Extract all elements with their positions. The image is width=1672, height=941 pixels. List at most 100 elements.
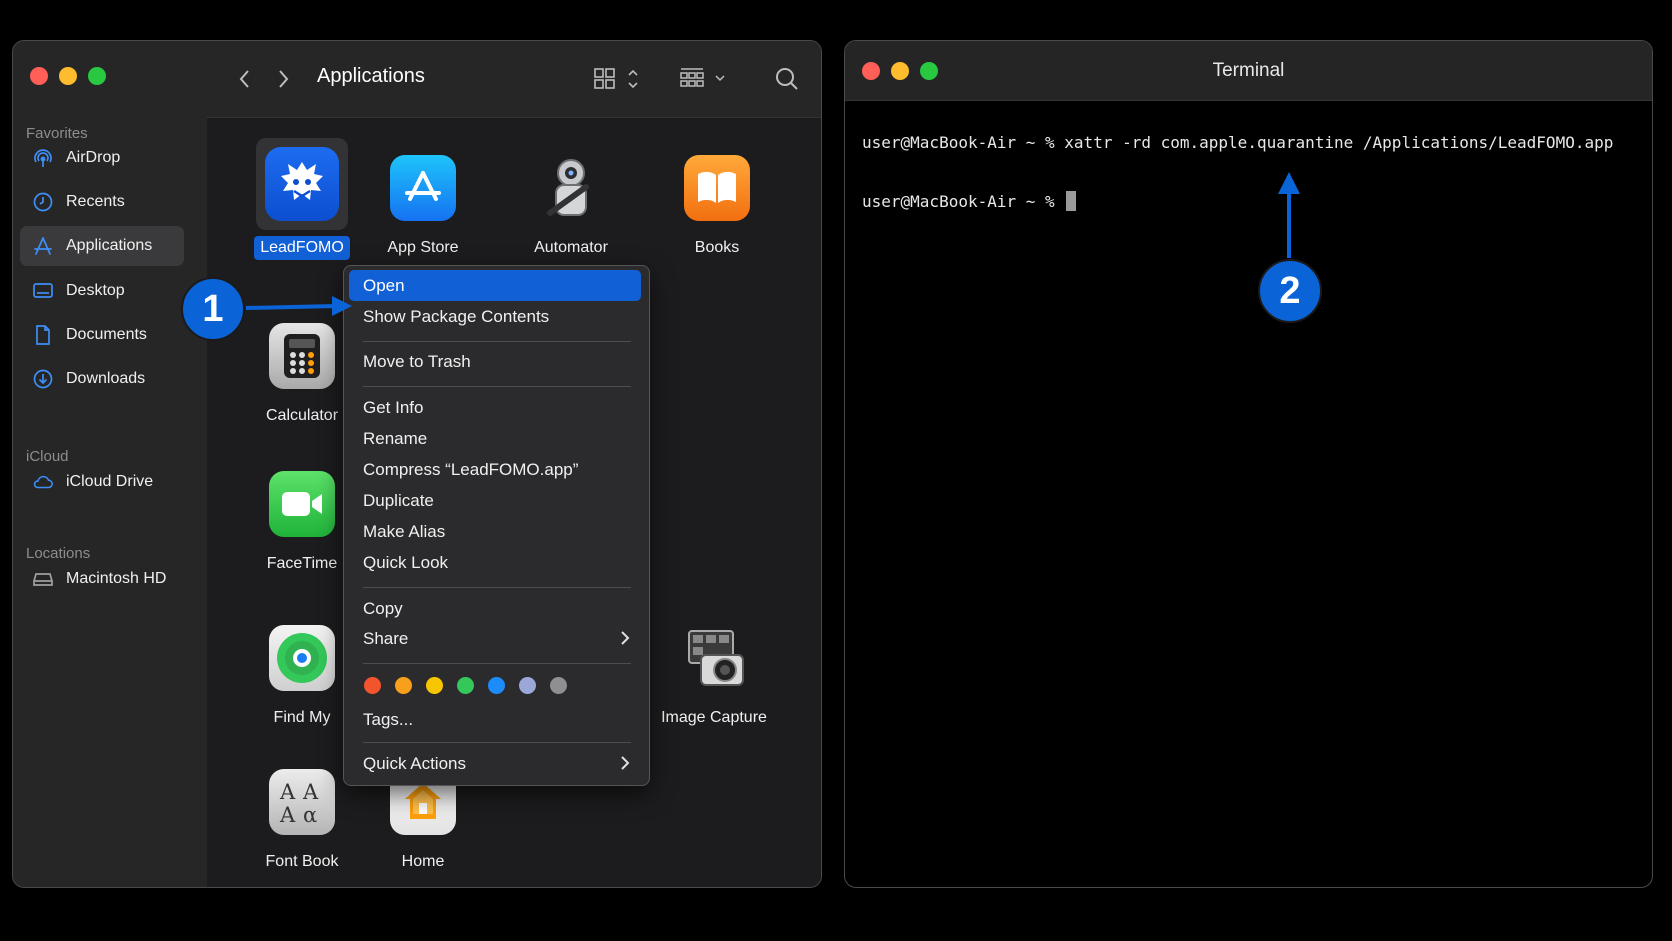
sidebar-item-label: Downloads bbox=[66, 370, 146, 387]
terminal-command-line[interactable]: user@MacBook-Air ~ % xattr -rd com.apple… bbox=[862, 133, 1613, 152]
app-image-capture[interactable]: Image Capture bbox=[654, 625, 774, 727]
menu-item-label: Move to Trash bbox=[363, 351, 471, 371]
menu-separator bbox=[363, 742, 631, 743]
svg-text:A: A bbox=[279, 803, 296, 826]
app-label: Home bbox=[401, 853, 445, 870]
airdrop-icon bbox=[32, 147, 54, 169]
svg-text:A: A bbox=[302, 780, 319, 804]
app-label: Image Capture bbox=[661, 709, 767, 726]
icon-grid-icon bbox=[593, 66, 645, 92]
app-store-icon bbox=[390, 155, 456, 221]
automator-robot-icon bbox=[538, 155, 604, 221]
app-app-store[interactable]: App Store bbox=[363, 155, 483, 257]
menu-item-quick-actions[interactable]: Quick Actions bbox=[349, 748, 641, 779]
font-book-icon: AAAα bbox=[269, 769, 335, 835]
sidebar-item-label: AirDrop bbox=[66, 149, 121, 166]
terminal-prompt-line[interactable]: user@MacBook-Air ~ % bbox=[862, 191, 1077, 211]
step-1-badge: 1 bbox=[181, 277, 245, 341]
menu-item-duplicate[interactable]: Duplicate bbox=[349, 485, 641, 516]
menu-item-label: Quick Actions bbox=[363, 753, 466, 773]
menu-item-label: Duplicate bbox=[363, 490, 434, 510]
menu-item-get-info[interactable]: Get Info bbox=[349, 392, 641, 423]
finder-sidebar: Favorites AirDrop Recents Applications D… bbox=[13, 41, 208, 887]
back-button[interactable] bbox=[233, 65, 257, 93]
cloud-icon bbox=[32, 471, 54, 493]
chevron-right-icon bbox=[276, 68, 290, 90]
sidebar-item-downloads[interactable]: Downloads bbox=[20, 359, 184, 399]
step-2-badge: 2 bbox=[1258, 259, 1322, 323]
menu-item-quick-look[interactable]: Quick Look bbox=[349, 547, 641, 578]
chevron-right-icon bbox=[619, 629, 631, 647]
menu-item-make-alias[interactable]: Make Alias bbox=[349, 516, 641, 547]
sidebar-item-macintosh-hd[interactable]: Macintosh HD bbox=[20, 559, 184, 599]
terminal-titlebar: Terminal bbox=[845, 41, 1652, 101]
sidebar-item-airdrop[interactable]: AirDrop bbox=[20, 138, 184, 178]
menu-item-move-to-trash[interactable]: Move to Trash bbox=[349, 346, 641, 377]
menu-item-show-package-contents[interactable]: Show Package Contents bbox=[349, 301, 641, 332]
menu-item-copy[interactable]: Copy bbox=[349, 593, 641, 624]
forward-button[interactable] bbox=[271, 65, 295, 93]
app-books[interactable]: Books bbox=[657, 155, 777, 257]
sidebar-item-recents[interactable]: Recents bbox=[20, 182, 184, 222]
applications-icon bbox=[32, 235, 54, 257]
window-title: Terminal bbox=[1212, 60, 1285, 81]
menu-item-label: Open bbox=[363, 275, 405, 295]
tag-yellow[interactable] bbox=[426, 677, 443, 694]
context-menu: Open Show Package Contents Move to Trash… bbox=[343, 265, 650, 786]
window-title: Applications bbox=[317, 65, 425, 87]
search-icon bbox=[774, 66, 800, 92]
sidebar-item-label: Desktop bbox=[66, 282, 125, 299]
minimize-button[interactable] bbox=[59, 67, 77, 85]
app-leadfomo[interactable]: LeadFOMO bbox=[242, 138, 362, 260]
view-mode-button[interactable] bbox=[591, 65, 647, 93]
menu-item-open[interactable]: Open bbox=[349, 270, 641, 301]
sidebar-item-icloud-drive[interactable]: iCloud Drive bbox=[20, 462, 184, 502]
tag-red[interactable] bbox=[364, 677, 381, 694]
menu-separator bbox=[363, 587, 631, 588]
menu-item-label: Make Alias bbox=[363, 521, 446, 541]
sidebar-item-label: Macintosh HD bbox=[66, 570, 167, 587]
sidebar-item-label: iCloud Drive bbox=[66, 473, 154, 490]
app-label: Books bbox=[694, 239, 740, 256]
step-2-arrow bbox=[1278, 172, 1300, 258]
group-by-button[interactable] bbox=[677, 65, 733, 93]
app-label: Automator bbox=[534, 239, 608, 256]
leadfomo-app-icon bbox=[265, 147, 339, 221]
menu-separator bbox=[363, 341, 631, 342]
selection-highlight bbox=[256, 138, 348, 230]
svg-text:A: A bbox=[279, 780, 296, 804]
menu-item-label: Copy bbox=[363, 598, 403, 618]
app-font-book[interactable]: AAAα Font Book bbox=[242, 769, 362, 871]
menu-item-share[interactable]: Share bbox=[349, 623, 641, 654]
sidebar-item-documents[interactable]: Documents bbox=[20, 315, 184, 355]
chevron-left-icon bbox=[238, 68, 252, 90]
app-automator[interactable]: Automator bbox=[511, 155, 631, 257]
image-capture-camera-icon bbox=[681, 625, 747, 691]
menu-item-label: Get Info bbox=[363, 397, 424, 417]
menu-item-label: Rename bbox=[363, 428, 428, 448]
sidebar-item-applications[interactable]: Applications bbox=[20, 226, 184, 266]
tag-green[interactable] bbox=[457, 677, 474, 694]
tag-orange[interactable] bbox=[395, 677, 412, 694]
tag-blue[interactable] bbox=[488, 677, 505, 694]
tag-gray[interactable] bbox=[550, 677, 567, 694]
menu-item-label: Show Package Contents bbox=[363, 306, 550, 326]
menu-item-compress[interactable]: Compress “LeadFOMO.app” bbox=[349, 454, 641, 485]
traffic-lights bbox=[30, 67, 106, 85]
search-button[interactable] bbox=[771, 63, 803, 95]
books-icon bbox=[684, 155, 750, 221]
menu-item-label: Tags... bbox=[363, 709, 414, 729]
menu-separator bbox=[363, 663, 631, 664]
menu-item-label: Share bbox=[363, 628, 409, 648]
menu-item-rename[interactable]: Rename bbox=[349, 423, 641, 454]
app-label: Font Book bbox=[265, 853, 339, 870]
tag-purple[interactable] bbox=[519, 677, 536, 694]
close-button[interactable] bbox=[30, 67, 48, 85]
menu-item-label: Quick Look bbox=[363, 552, 449, 572]
finder-toolbar: Applications bbox=[207, 41, 821, 118]
menu-item-tags[interactable]: Tags... bbox=[349, 704, 641, 735]
sidebar-item-desktop[interactable]: Desktop bbox=[20, 271, 184, 311]
zoom-button[interactable] bbox=[88, 67, 106, 85]
sidebar-item-label: Applications bbox=[66, 237, 153, 254]
terminal-window: Terminal user@MacBook-Air ~ % xattr -rd … bbox=[844, 40, 1653, 888]
